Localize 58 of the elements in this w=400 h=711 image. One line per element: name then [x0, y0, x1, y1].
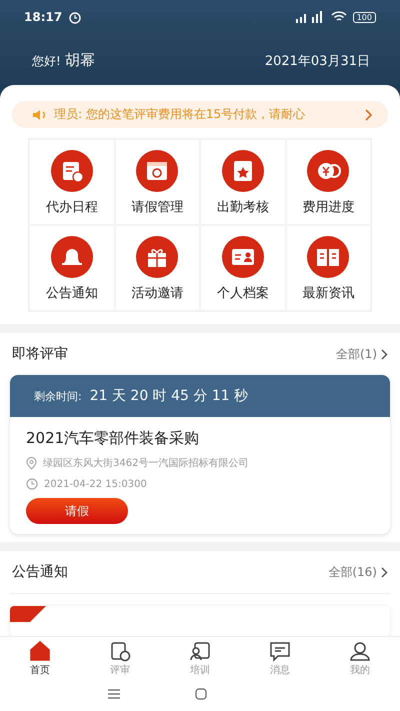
shortcut-tile[interactable]: 费用进度 [286, 139, 371, 226]
clock-icon [26, 478, 38, 490]
shortcut-tile[interactable]: 出勤考核 [200, 139, 286, 226]
bell-icon [50, 236, 93, 278]
shortcut-label: 代办日程 [46, 199, 98, 216]
review-title: 2021汽车零部件装备采购 [26, 429, 200, 448]
calendar-icon [136, 150, 178, 192]
shortcut-label: 公告通知 [46, 285, 98, 302]
ribbon-icon [10, 606, 46, 622]
review-card[interactable]: 剩余时间: 21 天 20 时 45 分 11 秒 2021汽车零部件装备采购 绿园区东风大街3462号一汽国际招标有限公司 2021-04-22 15:0300 请假 [10, 375, 390, 534]
battery-level: 100 [352, 12, 376, 22]
shortcut-label: 请假管理 [131, 199, 184, 216]
home-square-icon[interactable] [195, 688, 207, 700]
section-title: 即将评审 [12, 345, 68, 364]
menu-icon[interactable] [107, 689, 121, 700]
message-icon [269, 640, 291, 662]
chevron-right-icon [381, 348, 388, 360]
view-all-link[interactable]: 全部(1) [336, 346, 377, 363]
chevron-right-icon [381, 566, 388, 578]
coin-icon [307, 150, 350, 192]
location-pin-icon [26, 456, 37, 470]
shortcut-tile[interactable]: 最新资讯 [286, 225, 371, 312]
notice-text: 理员: 您的这笔评审费用将在15号付款，请耐心 [54, 106, 306, 124]
profile-icon [349, 640, 371, 662]
gift-icon [136, 236, 178, 278]
shortcut-tile[interactable]: 公告通知 [29, 225, 114, 312]
wifi-icon [330, 11, 347, 23]
shortcut-label: 费用进度 [302, 199, 354, 216]
time-text: 2021-04-22 15:0300 [44, 478, 147, 490]
shortcut-tile[interactable]: 个人档案 [200, 225, 286, 312]
shortcut-label: 出勤考核 [216, 199, 269, 216]
view-all-link[interactable]: 全部(16) [328, 564, 377, 581]
countdown-value: 21 天 20 时 45 分 11 秒 [90, 387, 248, 406]
speaker-icon [32, 108, 48, 121]
alarm-icon [68, 10, 82, 24]
address-text: 绿园区东风大街3462号一汽国际招标有限公司 [43, 456, 248, 470]
shortcut-label: 个人档案 [216, 285, 269, 302]
shortcut-tile[interactable]: 活动邀请 [114, 225, 200, 312]
greeting-text: 您好! [32, 53, 61, 70]
shortcut-label: 活动邀请 [131, 285, 184, 302]
date-text: 2021年03月31日 [264, 53, 370, 70]
training-icon [189, 640, 211, 662]
nav-tab[interactable]: 首页 [0, 637, 80, 678]
shortcut-tile[interactable]: 请假管理 [114, 139, 200, 226]
chevron-right-icon [364, 108, 372, 121]
user-name: 胡幂 [64, 51, 95, 70]
section-title: 公告通知 [12, 563, 68, 582]
shortcut-label: 最新资讯 [302, 285, 354, 302]
review-icon [109, 640, 131, 662]
book-icon [307, 236, 350, 278]
shortcut-tile[interactable]: 代办日程 [29, 139, 114, 226]
schedule-icon [50, 150, 93, 192]
card-icon [222, 236, 264, 278]
countdown-label: 剩余时间: [34, 389, 82, 404]
status-time: 18:17 [24, 10, 62, 24]
signal-icon [294, 11, 325, 23]
home-icon [29, 640, 51, 662]
leave-button[interactable]: 请假 [26, 498, 128, 524]
